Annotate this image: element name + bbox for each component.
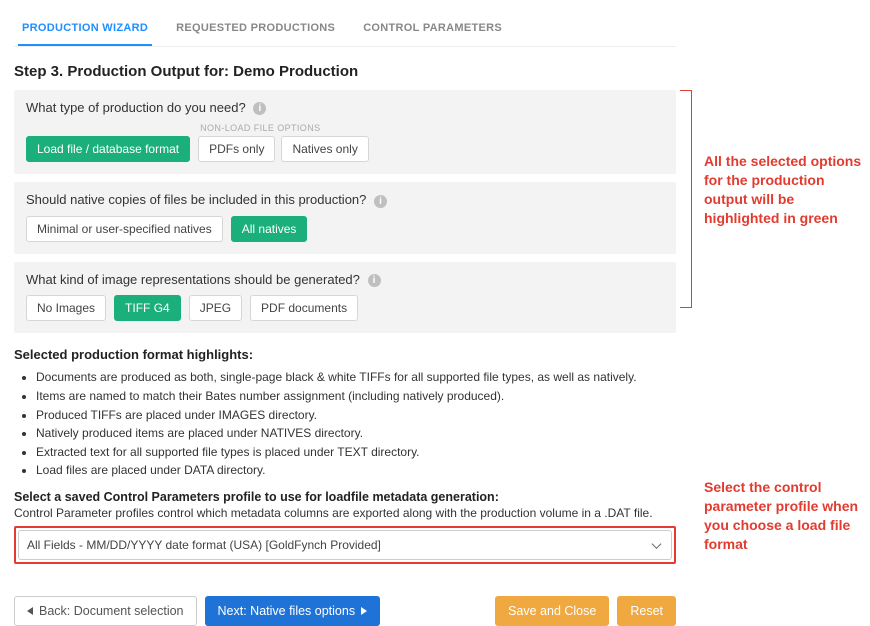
- back-button-label: Back: Document selection: [39, 604, 184, 618]
- option-natives-only[interactable]: Natives only: [281, 136, 368, 162]
- option-all-natives[interactable]: All natives: [231, 216, 308, 242]
- option-tiff-g4[interactable]: TIFF G4: [114, 295, 181, 321]
- arrow-left-icon: [27, 607, 33, 615]
- list-item: Extracted text for all supported file ty…: [36, 443, 676, 462]
- list-item: Load files are placed under DATA directo…: [36, 461, 676, 480]
- highlights-heading: Selected production format highlights:: [14, 347, 676, 362]
- next-button-label: Next: Native files options: [218, 604, 356, 618]
- next-button[interactable]: Next: Native files options: [205, 596, 381, 626]
- back-button[interactable]: Back: Document selection: [14, 596, 197, 626]
- list-item: Items are named to match their Bates num…: [36, 387, 676, 406]
- tab-production-wizard[interactable]: PRODUCTION WIZARD: [18, 14, 152, 46]
- info-icon[interactable]: i: [374, 195, 387, 208]
- info-icon[interactable]: i: [368, 274, 381, 287]
- list-item: Produced TIFFs are placed under IMAGES d…: [36, 406, 676, 425]
- tab-requested-productions[interactable]: REQUESTED PRODUCTIONS: [172, 14, 339, 46]
- step-title: Step 3. Production Output for: Demo Prod…: [14, 63, 676, 80]
- option-pdfs-only[interactable]: PDFs only: [198, 136, 275, 162]
- control-params-select-highlight: All Fields - MM/DD/YYYY date format (USA…: [14, 526, 676, 564]
- option-no-images[interactable]: No Images: [26, 295, 106, 321]
- option-load-file-format[interactable]: Load file / database format: [26, 136, 190, 162]
- annotation-text-selected-green: All the selected options for the product…: [704, 152, 864, 228]
- arrow-right-icon: [361, 607, 367, 615]
- info-icon[interactable]: i: [253, 102, 266, 115]
- question-native-copies: Should native copies of files be include…: [26, 192, 366, 207]
- option-jpeg[interactable]: JPEG: [189, 295, 242, 321]
- nonload-options-label: NON-LOAD FILE OPTIONS: [198, 123, 369, 133]
- control-params-subtext: Control Parameter profiles control which…: [14, 506, 676, 520]
- question-image-representations: What kind of image representations shoul…: [26, 272, 360, 287]
- panel-image-representations: What kind of image representations shoul…: [14, 262, 676, 333]
- annotation-text-control-params: Select the control parameter profile whe…: [704, 478, 864, 554]
- question-production-type: What type of production do you need?: [26, 100, 246, 115]
- list-item: Natively produced items are placed under…: [36, 424, 676, 443]
- footer-actions: Back: Document selection Next: Native fi…: [14, 596, 676, 626]
- option-pdf-documents[interactable]: PDF documents: [250, 295, 358, 321]
- panel-native-copies: Should native copies of files be include…: [14, 182, 676, 253]
- control-params-heading: Select a saved Control Parameters profil…: [14, 490, 676, 504]
- option-minimal-natives[interactable]: Minimal or user-specified natives: [26, 216, 223, 242]
- annotation-bracket: [680, 90, 692, 308]
- tab-control-parameters[interactable]: CONTROL PARAMETERS: [359, 14, 506, 46]
- tab-bar: PRODUCTION WIZARD REQUESTED PRODUCTIONS …: [14, 14, 676, 47]
- save-and-close-button[interactable]: Save and Close: [495, 596, 609, 626]
- highlights-list: Documents are produced as both, single-p…: [14, 368, 676, 480]
- panel-production-type: What type of production do you need? i L…: [14, 90, 676, 174]
- reset-button[interactable]: Reset: [617, 596, 676, 626]
- control-params-select[interactable]: All Fields - MM/DD/YYYY date format (USA…: [18, 530, 672, 560]
- list-item: Documents are produced as both, single-p…: [36, 368, 676, 387]
